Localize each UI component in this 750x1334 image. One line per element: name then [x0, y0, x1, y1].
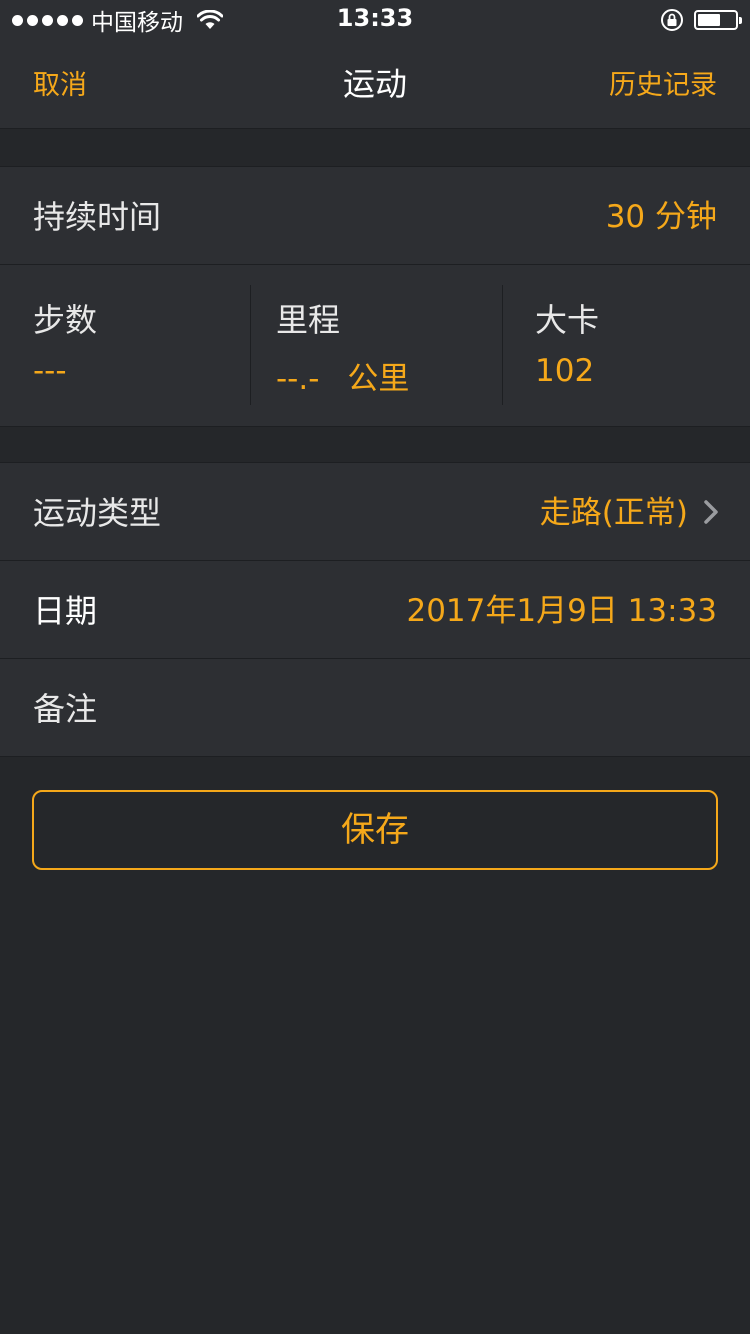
date-label: 日期: [33, 592, 98, 630]
note-row[interactable]: 备注: [0, 659, 750, 756]
date-row[interactable]: 日期 2017年1月9日 13:33: [0, 561, 750, 659]
note-label: 备注: [33, 690, 98, 728]
rotation-lock-icon: [661, 9, 683, 31]
battery-fill: [698, 14, 720, 26]
exercise-type-row[interactable]: 运动类型 走路(正常): [0, 463, 750, 561]
navigation-bar: 取消 运动 历史记录: [0, 40, 750, 129]
status-time: 13:33: [336, 4, 414, 32]
date-value: 2017年1月9日 13:33: [406, 593, 717, 629]
duration-row[interactable]: 持续时间 30 分钟: [0, 167, 750, 265]
steps-label: 步数: [33, 301, 98, 339]
duration-value: 30 分钟: [605, 199, 717, 235]
stats-row: 步数 --- 里程 --.- 公里 大卡 102: [0, 265, 750, 426]
steps-value: ---: [33, 353, 67, 389]
exercise-details-group: 运动类型 走路(正常) 日期 2017年1月9日 13:33 备注: [0, 462, 750, 757]
calories-value: 102: [535, 353, 595, 389]
distance-stat: 里程 --.- 公里: [243, 265, 501, 426]
status-bar-right: [660, 8, 742, 32]
calories-stat: 大卡 102: [502, 265, 750, 426]
battery-icon: [694, 10, 742, 30]
steps-stat: 步数 ---: [0, 265, 250, 426]
status-bar: 中国移动 13:33: [0, 0, 750, 40]
history-button[interactable]: 历史记录: [609, 40, 717, 128]
exercise-screen: 中国移动 13:33 取消 运动 历史记录 持续时间 30 分钟 步数 --- …: [0, 0, 750, 1334]
distance-value-group: --.- 公里: [276, 353, 409, 398]
distance-label: 里程: [276, 301, 341, 339]
distance-value: --.-: [276, 361, 320, 397]
duration-label: 持续时间: [33, 198, 162, 236]
exercise-type-label: 运动类型: [33, 494, 162, 532]
exercise-type-value: 走路(正常): [539, 495, 688, 531]
calories-label: 大卡: [535, 301, 600, 339]
save-button[interactable]: 保存: [32, 790, 718, 870]
exercise-summary-group: 持续时间 30 分钟 步数 --- 里程 --.- 公里 大卡 102: [0, 166, 750, 427]
chevron-right-icon: [704, 500, 718, 524]
distance-unit: 公里: [347, 361, 410, 397]
